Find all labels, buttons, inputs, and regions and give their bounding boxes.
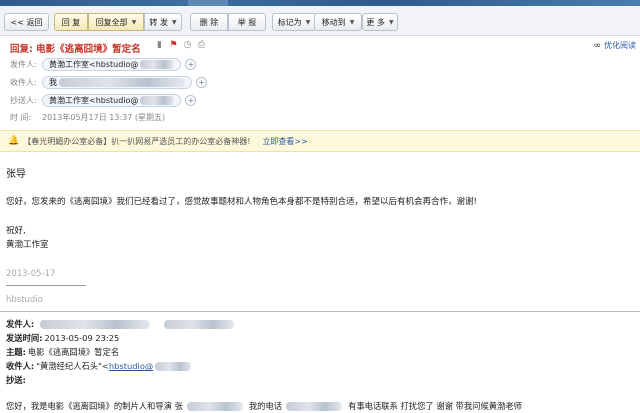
signature-date: 2013-05-17	[6, 269, 56, 279]
redacted-blur	[186, 401, 243, 411]
signature-divider	[6, 285, 86, 286]
fwd-from-label: 发件人:	[6, 319, 35, 329]
move-to-button[interactable]: 移动到 ▼	[314, 13, 362, 31]
forward-button[interactable]: 转 发 ▼	[144, 13, 182, 31]
redacted-blur	[140, 95, 175, 105]
recipient-value: 我	[49, 77, 57, 87]
original-message-line: 您好，我是电影《逃离囧境》的制片人和导演 张 我的电话 有事电话联系 打扰您了 …	[6, 400, 522, 412]
cc-label: 抄送人:	[10, 95, 37, 105]
chevron-down-icon: ▼	[131, 18, 137, 26]
bookmark-icon[interactable]: ▮	[155, 40, 164, 50]
signature-name: hbstudio	[6, 295, 43, 305]
redacted-blur	[40, 319, 151, 329]
time-label: 时 间:	[10, 112, 32, 122]
original-part-c: 有事电话联系 打扰您了 谢谢 带我问候黄渤老师	[348, 401, 522, 411]
more-label: 更 多	[366, 17, 385, 27]
fwd-to-link[interactable]: hbstudio@	[109, 361, 153, 371]
recipient-label: 收件人:	[10, 77, 37, 87]
optimized-read-link[interactable]: ∞ 优化阅读	[594, 40, 637, 51]
redacted-blur	[59, 77, 185, 87]
back-button[interactable]: << 返回	[4, 13, 49, 31]
promo-banner: 🔔 【春光明媚办公室必备】扒一扒网易严选员工的办公室必备神器! 立即查看>>	[0, 130, 640, 152]
time-value: 2013年05月17日 13:37 (星期五)	[42, 112, 166, 122]
redacted-blur	[155, 361, 192, 371]
fwd-subject-label: 主题:	[6, 347, 26, 357]
promo-link[interactable]: 立即查看>>	[262, 136, 307, 147]
subject-icons: ▮ ⚑ ◷ ⎙	[155, 40, 206, 50]
cc-row: 抄送人: 黄渤工作室<hbstudio@ +	[10, 93, 197, 107]
mark-as-button[interactable]: 标记为 ▼	[272, 13, 316, 31]
fwd-cc-label: 抄送:	[6, 375, 26, 385]
redacted-blur	[164, 319, 235, 329]
add-contact-icon[interactable]: +	[196, 76, 207, 88]
chevron-down-icon: ▼	[349, 18, 355, 26]
fwd-subject-value: 电影《逃离囧境》暂定名	[27, 347, 120, 357]
recipient-chip[interactable]: 我	[42, 75, 192, 89]
move-to-label: 移动到	[321, 17, 346, 27]
mail-toolbar: << 返回 回 复 回复全部 ▼ 转 发 ▼ 删 除 举 报 标记为 ▼ 移动到 ▼ 更…	[0, 6, 640, 36]
mail-body: 张导 您好，您发来的《逃离囧境》我们已经看过了，感觉故事题材和人物角色本身都不是…	[0, 152, 640, 413]
bell-icon: 🔔	[8, 136, 20, 146]
redacted-blur	[286, 401, 343, 411]
fwd-from-row: 发件人:	[6, 318, 235, 330]
quote-divider	[0, 311, 640, 312]
body-paragraph: 您好，您发来的《逃离囧境》我们已经看过了，感觉故事题材和人物角色本身都不是特别合…	[6, 197, 477, 207]
fwd-cc-row: 抄送:	[6, 374, 26, 386]
delete-button[interactable]: 删 除	[190, 13, 228, 31]
sender-value: 黄渤工作室<hbstudio@	[49, 59, 139, 69]
fwd-sent-label: 发送时间:	[6, 333, 43, 343]
add-contact-icon[interactable]: +	[185, 58, 197, 70]
optimized-read-label: 优化阅读	[604, 41, 636, 50]
greeting: 张导	[6, 169, 26, 180]
cc-value: 黄渤工作室<hbstudio@	[49, 95, 139, 105]
fwd-subject-row: 主题: 电影《逃离囧境》暂定名	[6, 346, 119, 358]
mail-header: 回复: 电影《逃离囧境》暂定名 ▮ ⚑ ◷ ⎙ ∞ 优化阅读 发件人: 黄渤工作…	[0, 36, 640, 128]
clock-icon[interactable]: ◷	[183, 40, 192, 50]
cc-chip[interactable]: 黄渤工作室<hbstudio@	[42, 93, 182, 107]
original-part-b: 我的电话	[248, 401, 283, 411]
fwd-to-label: 收件人:	[6, 361, 35, 371]
fwd-sent-row: 发送时间: 2013-05-09 23:25	[6, 332, 119, 344]
glasses-icon: ∞	[593, 40, 602, 51]
reply-all-label: 回复全部	[95, 17, 128, 27]
mark-as-label: 标记为	[277, 17, 302, 27]
add-contact-icon[interactable]: +	[185, 94, 197, 106]
redacted-blur	[140, 59, 175, 69]
sender-chip[interactable]: 黄渤工作室<hbstudio@	[42, 57, 182, 71]
report-button[interactable]: 举 报	[228, 13, 266, 31]
sender-row: 发件人: 黄渤工作室<hbstudio@ +	[10, 57, 197, 71]
print-icon[interactable]: ⎙	[197, 40, 206, 50]
reply-all-button[interactable]: 回复全部 ▼	[88, 13, 144, 31]
original-part-a: 您好，我是电影《逃离囧境》的制片人和导演 张	[6, 401, 183, 411]
fwd-to-row: 收件人: "黄渤经纪人石头"< hbstudio@	[6, 360, 192, 372]
closing: 祝好,	[6, 226, 26, 236]
time-row: 时 间: 2013年05月17日 13:37 (星期五)	[10, 110, 165, 124]
reply-button[interactable]: 回 复	[54, 13, 88, 31]
chevron-down-icon: ▼	[305, 18, 311, 26]
signature: 黄渤工作室	[6, 240, 49, 250]
flag-icon[interactable]: ⚑	[169, 40, 178, 50]
chevron-down-icon: ▼	[171, 18, 177, 26]
forward-label: 转 发	[149, 17, 168, 27]
recipient-row: 收件人: 我 +	[10, 75, 207, 89]
promo-text: 【春光明媚办公室必备】扒一扒网易严选员工的办公室必备神器!	[23, 136, 251, 146]
chevron-down-icon: ▼	[388, 18, 394, 26]
sender-label: 发件人:	[10, 59, 37, 69]
mail-subject: 回复: 电影《逃离囧境》暂定名	[10, 44, 141, 55]
more-button[interactable]: 更 多 ▼	[362, 13, 398, 31]
fwd-to-value: "黄渤经纪人石头"<	[36, 361, 109, 371]
fwd-sent-value: 2013-05-09 23:25	[44, 333, 120, 343]
